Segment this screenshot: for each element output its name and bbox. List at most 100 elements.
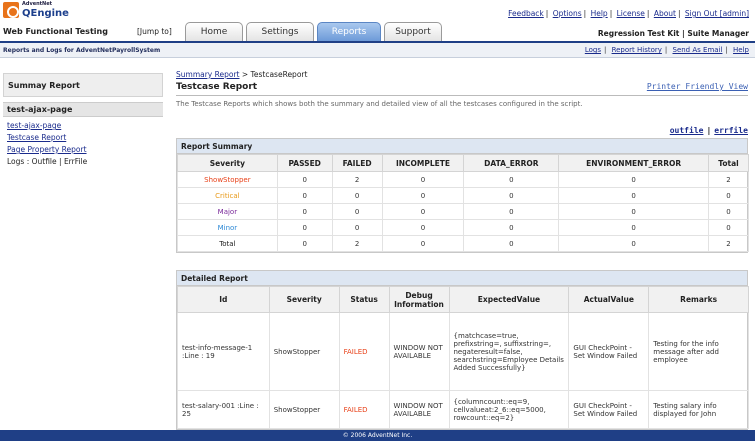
outfile-link[interactable]: outfile: [670, 126, 704, 135]
env-error-cell: 0: [558, 219, 709, 236]
company-name: AdventNet: [22, 1, 53, 7]
incomplete-cell: 0: [381, 235, 465, 252]
suite-manager-label[interactable]: Regression Test Kit | Suite Manager: [598, 29, 749, 38]
data-error-cell: 0: [463, 171, 560, 188]
id-cell: test-salary-001 :Line : 25: [177, 390, 270, 429]
sub-header-links: Logs | Report History | Send As Email | Hel…: [584, 46, 749, 54]
env-error-cell: 0: [558, 235, 709, 252]
col-total: Total: [708, 154, 749, 172]
about-link[interactable]: About: [654, 9, 676, 18]
sidebar-section-title: test-ajax-page: [3, 102, 163, 117]
total-cell: 0: [708, 203, 749, 220]
sub-help-link[interactable]: Help: [733, 46, 749, 54]
data-error-cell: 0: [463, 235, 560, 252]
detailed-header-row: Id Severity Status Debug Information Exp…: [177, 286, 749, 313]
table-row: test-info-message-1 :Line : 19 ShowStopp…: [177, 312, 749, 391]
page-description: The Testcase Reports which shows both th…: [176, 100, 583, 108]
sign-out-link[interactable]: Sign Out [admin]: [685, 9, 749, 18]
detailed-report-table: Id Severity Status Debug Information Exp…: [177, 286, 749, 429]
breadcrumb-summary-link[interactable]: Summary Report: [176, 70, 240, 79]
passed-cell: 0: [276, 203, 333, 220]
tab-settings[interactable]: Settings: [246, 22, 314, 41]
incomplete-cell: 0: [381, 219, 465, 236]
log-file-links: outfile | errfile: [669, 126, 748, 135]
total-cell: 0: [708, 187, 749, 204]
expected-cell: {columncount::eq=9, cellvalueat:2_6::eq=…: [448, 390, 570, 429]
report-summary-title: Report Summary: [177, 139, 747, 154]
debug-cell: WINDOW NOT AVAILABLE: [388, 390, 450, 429]
tab-support[interactable]: Support: [384, 22, 442, 41]
data-error-cell: 0: [463, 219, 560, 236]
severity-cell: ShowStopper: [268, 312, 340, 391]
table-row: Critical 0 0 0 0 0 0: [177, 187, 749, 204]
tab-reports[interactable]: Reports: [317, 22, 381, 41]
passed-cell: 0: [276, 235, 333, 252]
incomplete-cell: 0: [381, 187, 465, 204]
col-environment-error: ENVIRONMENT_ERROR: [558, 154, 709, 172]
incomplete-cell: 0: [381, 171, 465, 188]
help-link[interactable]: Help: [591, 9, 608, 18]
feedback-link[interactable]: Feedback: [508, 9, 544, 18]
failed-cell: 0: [331, 219, 383, 236]
report-summary-table: Severity PASSED FAILED INCOMPLETE DATA_E…: [177, 154, 749, 252]
col-severity: Severity: [177, 154, 278, 172]
sidebar: Summay Report test-ajax-page test-ajax-p…: [3, 73, 163, 171]
table-row: test-salary-001 :Line : 25 ShowStopper F…: [177, 390, 749, 429]
sidebar-logs: Logs : Outfile | ErrFile: [7, 157, 88, 166]
tab-home[interactable]: Home: [185, 22, 243, 41]
app-header: AdventNet QEngine Web Functional Testing…: [0, 0, 755, 45]
license-link[interactable]: License: [617, 9, 645, 18]
send-as-email-link[interactable]: Send As Email: [673, 46, 723, 54]
table-row: ShowStopper 0 2 0 0 0 2: [177, 171, 749, 188]
total-cell: 2: [708, 235, 749, 252]
sidebar-heading: Summay Report: [3, 73, 163, 97]
detailed-report-title: Detailed Report: [177, 271, 747, 286]
jump-to-link[interactable]: [Jump to]: [137, 27, 172, 36]
data-error-cell: 0: [463, 187, 560, 204]
col-debug-information: Debug Information: [388, 286, 450, 313]
incomplete-cell: 0: [381, 203, 465, 220]
footer: © 2006 AdventNet Inc.: [0, 430, 755, 441]
debug-cell: WINDOW NOT AVAILABLE: [388, 312, 450, 391]
sidebar-item-testcase-report[interactable]: Testcase Report: [7, 132, 159, 144]
severity-cell: Major: [177, 203, 278, 220]
sidebar-item-page-property-report[interactable]: Page Property Report: [7, 144, 159, 156]
sidebar-outfile-link[interactable]: Outfile: [32, 157, 57, 166]
sidebar-links: test-ajax-page Testcase Report Page Prop…: [3, 117, 163, 171]
env-error-cell: 0: [558, 187, 709, 204]
product-line: Web Functional Testing: [3, 27, 108, 36]
logs-link[interactable]: Logs: [585, 46, 601, 54]
severity-cell: ShowStopper: [177, 171, 278, 188]
remarks-cell: Testing salary info displayed for John: [648, 390, 749, 429]
col-actual-value: ActualValue: [568, 286, 650, 313]
passed-cell: 0: [276, 187, 333, 204]
severity-cell: ShowStopper: [268, 390, 340, 429]
report-history-link[interactable]: Report History: [612, 46, 662, 54]
qengine-logo-icon: [3, 2, 19, 18]
col-failed: FAILED: [331, 154, 383, 172]
remarks-cell: Testing for the info message after add e…: [648, 312, 749, 391]
errfile-link[interactable]: errfile: [714, 126, 748, 135]
table-row: Minor 0 0 0 0 0 0: [177, 219, 749, 236]
total-cell: 0: [708, 219, 749, 236]
printer-friendly-link[interactable]: Printer Friendly View: [647, 82, 748, 91]
severity-cell: Minor: [177, 219, 278, 236]
severity-cell: Critical: [177, 187, 278, 204]
passed-cell: 0: [276, 171, 333, 188]
summary-header-row: Severity PASSED FAILED INCOMPLETE DATA_E…: [177, 154, 749, 172]
col-data-error: DATA_ERROR: [463, 154, 560, 172]
breadcrumb: Summary Report > TestcaseReport: [176, 70, 748, 82]
env-error-cell: 0: [558, 171, 709, 188]
actual-cell: GUI CheckPoint - Set Window Failed: [568, 390, 650, 429]
col-passed: PASSED: [276, 154, 333, 172]
col-id: Id: [177, 286, 270, 313]
product-logo-name: QEngine: [22, 8, 69, 19]
col-remarks: Remarks: [648, 286, 749, 313]
passed-cell: 0: [276, 219, 333, 236]
sidebar-item-test-ajax-page[interactable]: test-ajax-page: [7, 120, 159, 132]
options-link[interactable]: Options: [553, 9, 582, 18]
sidebar-errfile-link[interactable]: ErrFile: [64, 157, 87, 166]
table-row: Major 0 0 0 0 0 0: [177, 203, 749, 220]
col-incomplete: INCOMPLETE: [381, 154, 465, 172]
sub-header-bar: Reports and Logs for AdventNetPayrollSys…: [0, 41, 755, 58]
